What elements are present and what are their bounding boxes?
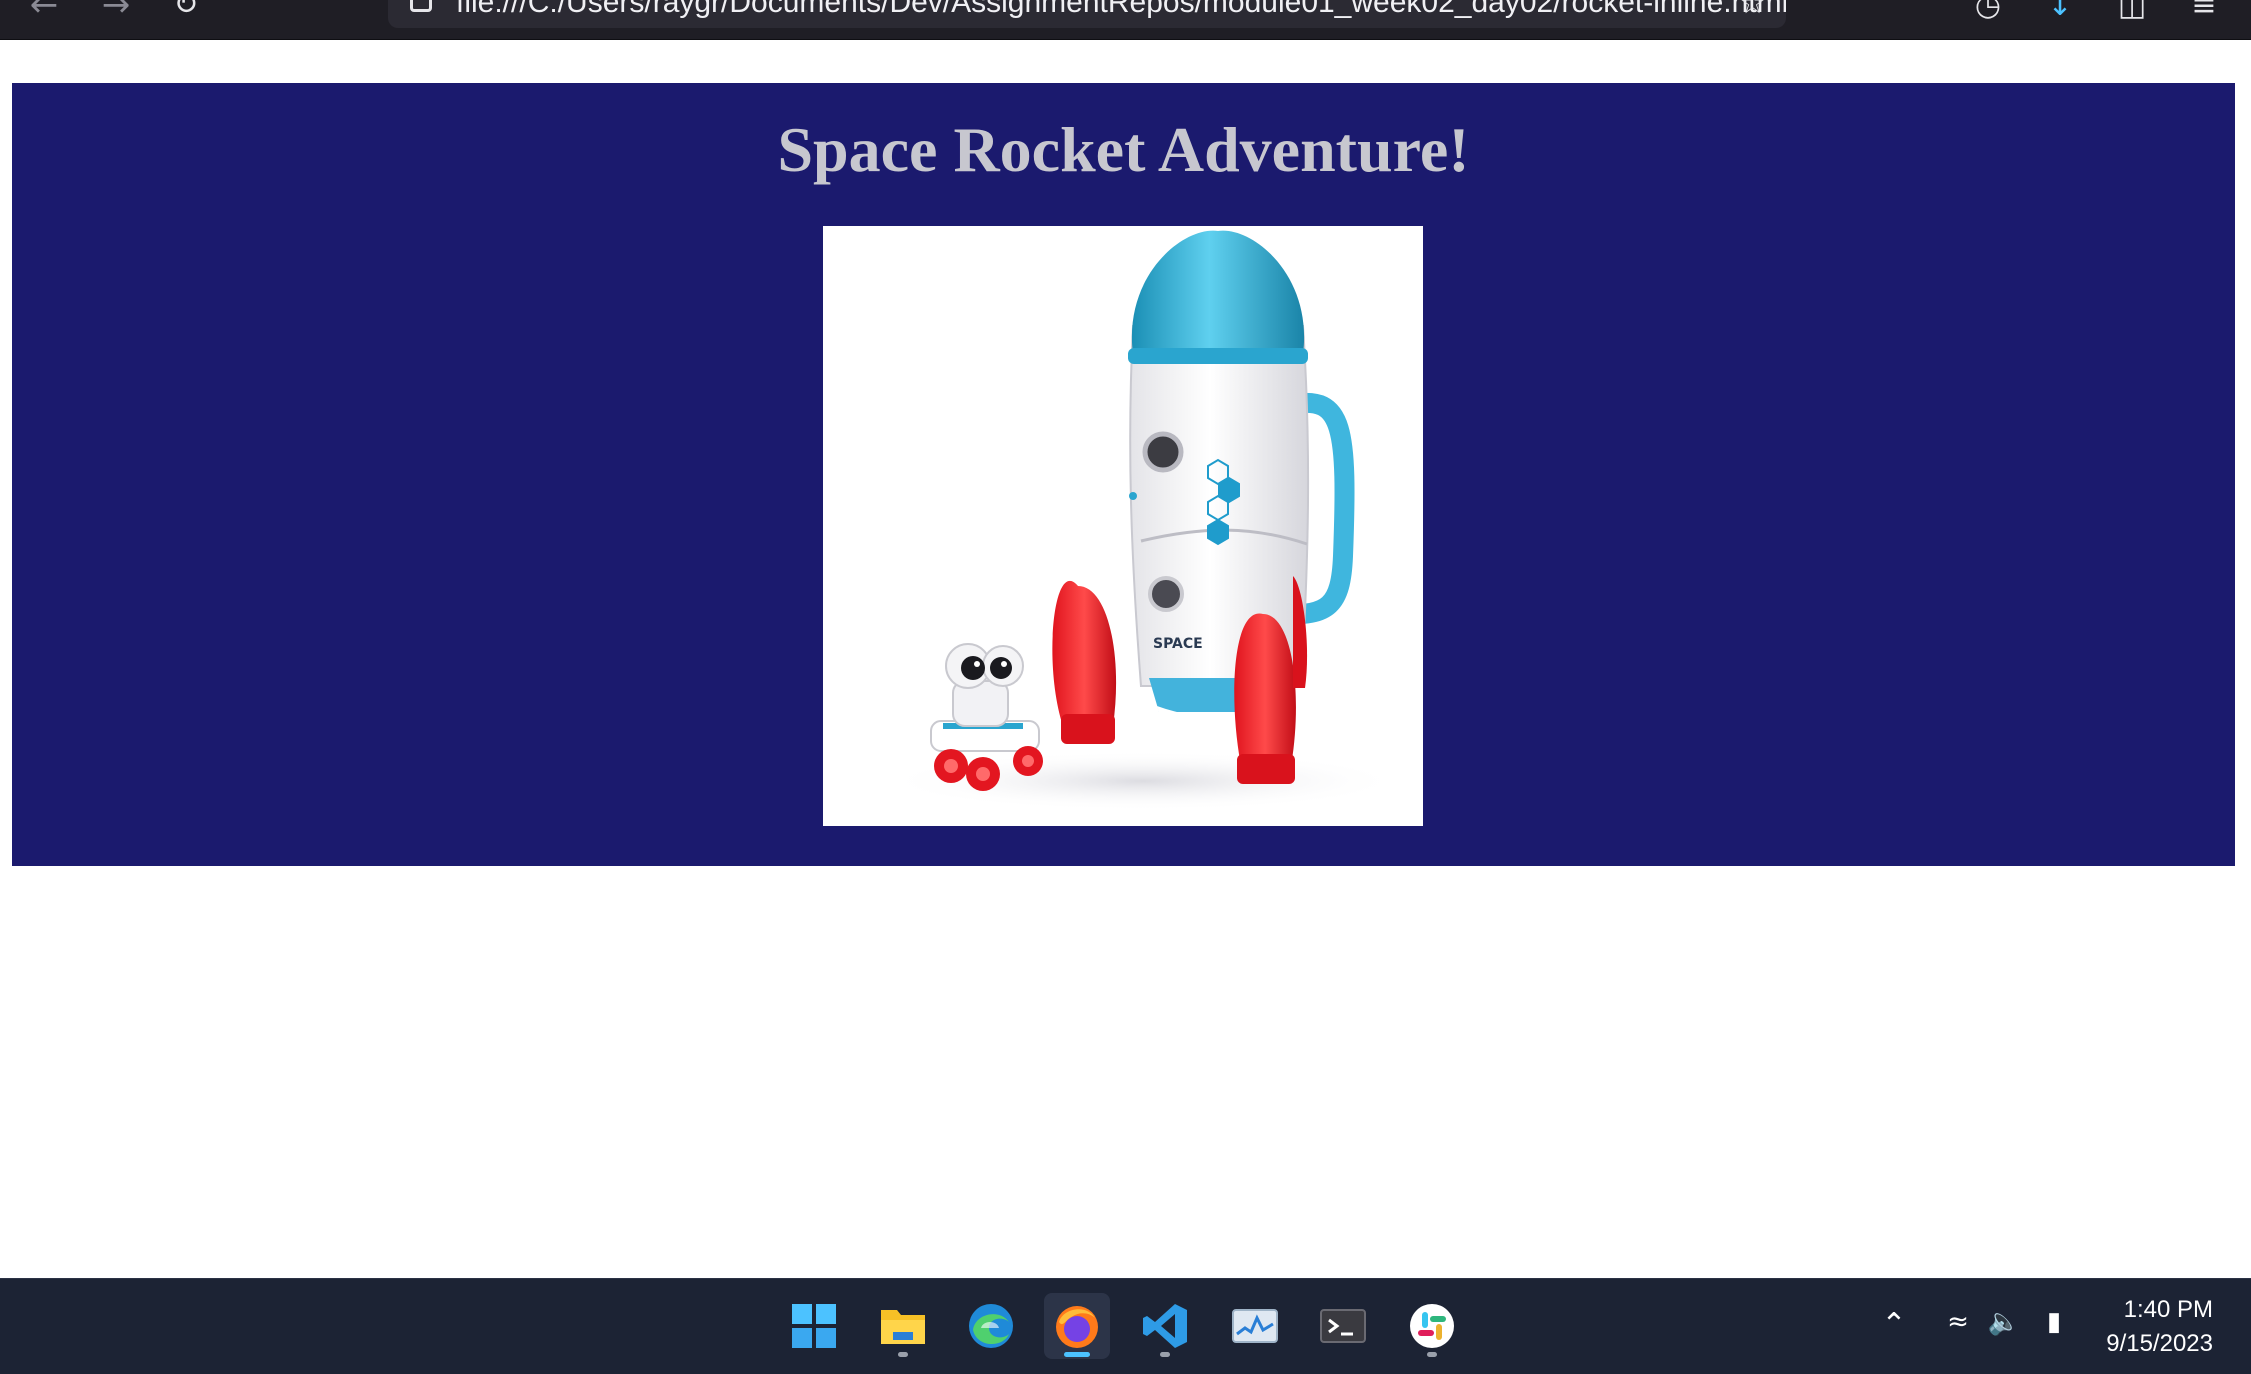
history-icon[interactable]: ◷ (1968, 0, 2008, 23)
monitor-icon (1232, 1309, 1278, 1343)
running-indicator (898, 1352, 908, 1357)
terminal-icon (1320, 1309, 1366, 1343)
active-indicator (1064, 1352, 1090, 1357)
rocket-toy-illustration: SPACE (883, 230, 1403, 811)
taskbar-monitor[interactable] (1222, 1293, 1288, 1359)
taskbar-firefox[interactable] (1044, 1293, 1110, 1359)
clock-time: 1:40 PM (2123, 1296, 2213, 1323)
url-text[interactable]: file:///C:/Users/raygr/Documents/Dev/Ass… (456, 0, 1786, 20)
edge-icon (969, 1304, 1013, 1348)
download-icon[interactable]: ↧ (2040, 0, 2080, 23)
wifi-icon[interactable]: ≈ (1938, 1307, 1978, 1337)
clock-date: 9/15/2023 (2106, 1330, 2213, 1357)
slack-icon (1410, 1304, 1454, 1348)
reload-icon[interactable]: ↻ (166, 0, 206, 22)
rocket-image: SPACE (823, 226, 1423, 826)
taskbar-file-explorer[interactable] (870, 1293, 936, 1359)
rocket-label: SPACE (1153, 636, 1203, 652)
running-indicator (1160, 1352, 1170, 1357)
menu-icon[interactable]: ≡ (2184, 0, 2224, 23)
windows-taskbar: ⌃ ≈ 🔈 ▮ 1:40 PM 9/15/2023 (0, 1278, 2251, 1374)
browser-toolbar: ← → ↻ file:///C:/Users/raygr/Documents/D… (0, 0, 2251, 40)
volume-muted-icon[interactable]: 🔈 (1984, 1307, 2024, 1337)
star-icon[interactable]: ☆ (1739, 0, 1766, 21)
firefox-icon (1056, 1306, 1098, 1348)
windows-start-icon (792, 1304, 836, 1348)
running-indicator (1427, 1352, 1437, 1357)
chevron-up-icon[interactable]: ⌃ (1874, 1307, 1914, 1342)
page-title: Space Rocket Adventure! (777, 114, 1470, 185)
taskbar-vscode[interactable] (1132, 1293, 1198, 1359)
battery-icon[interactable]: ▮ (2034, 1307, 2074, 1337)
arrow-left-icon[interactable]: ← (24, 0, 64, 22)
taskbar-slack[interactable] (1399, 1293, 1465, 1359)
page-viewport: Space Rocket Adventure! SPACE (0, 40, 2251, 1278)
taskbar-edge[interactable] (958, 1293, 1024, 1359)
taskbar-terminal[interactable] (1310, 1293, 1376, 1359)
extensions-icon[interactable]: ◫ (2112, 0, 2152, 23)
page-icon (410, 0, 432, 12)
astronaut-rover (930, 643, 1043, 791)
arrow-right-icon[interactable]: → (96, 0, 136, 22)
address-bar[interactable]: file:///C:/Users/raygr/Documents/Dev/Ass… (388, 0, 1786, 28)
vscode-icon (1143, 1304, 1187, 1348)
system-clock[interactable]: 1:40 PM 9/15/2023 (2106, 1293, 2213, 1361)
start-button[interactable] (781, 1293, 847, 1359)
folder-icon (881, 1310, 925, 1344)
rocket-banner: Space Rocket Adventure! SPACE (12, 83, 2235, 866)
